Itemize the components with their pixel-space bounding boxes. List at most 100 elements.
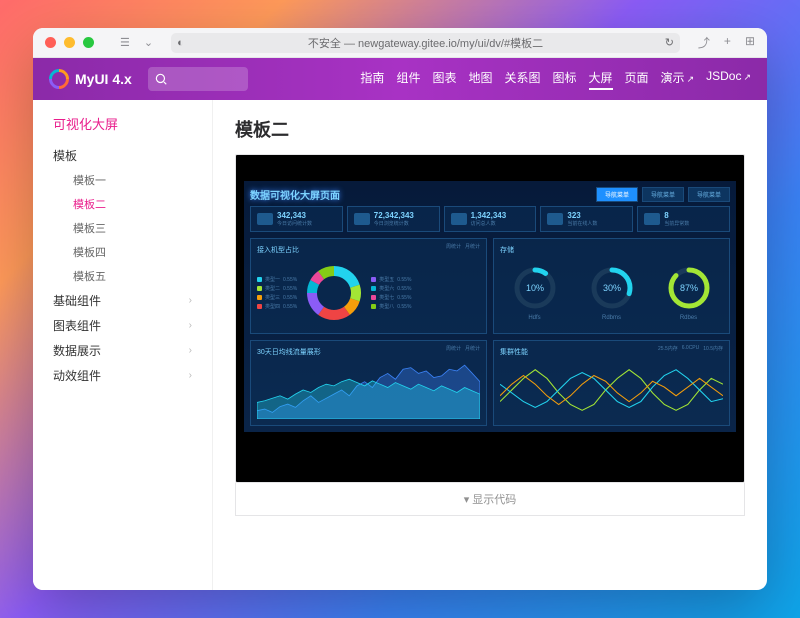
chevron-down-icon: ▾	[464, 494, 473, 506]
sidebar-item[interactable]: 模板二	[33, 192, 212, 216]
gauge: 30%Rdbms	[589, 265, 635, 321]
page-title: 模板二	[235, 116, 745, 142]
nav-item-1[interactable]: 组件	[396, 69, 420, 90]
nav-item-6[interactable]: 大屏	[589, 69, 613, 90]
chevron-right-icon: ›	[189, 345, 192, 356]
panel-badge: 10.5内存	[703, 345, 723, 352]
dashboard-title: 数据可视化大屏页面	[250, 187, 340, 202]
brand-logo[interactable]: MyUI 4.x	[49, 69, 132, 89]
stat-icon	[547, 213, 563, 225]
svg-text:30%: 30%	[602, 283, 620, 293]
titlebar: ☰ ⌄ ◐ 不安全 — newgateway.gitee.io/my/ui/dv…	[33, 28, 767, 58]
panel-title: 存储	[500, 245, 723, 255]
app-header: MyUI 4.x 指南组件图表地图关系图图标大屏页面演示↗ JSDoc↗	[33, 58, 767, 100]
external-link-icon: ↗	[743, 72, 751, 82]
close-window-icon[interactable]	[45, 37, 56, 48]
sidebar-item[interactable]: 模板一	[33, 168, 212, 192]
minimize-window-icon[interactable]	[64, 37, 75, 48]
sidebar-item[interactable]: 模板三	[33, 216, 212, 240]
panel-gauges: 存储 10%Hdfs 30%Rdbms 87%Rdbes	[493, 238, 730, 334]
main-nav: 指南组件图表地图关系图图标大屏页面演示↗ JSDoc↗	[360, 69, 751, 90]
titlebar-left-icons: ☰ ⌄	[120, 36, 153, 49]
legend-item: 类型六0.55%	[371, 285, 411, 292]
stat-card: 342,343今日访问统计数	[250, 206, 343, 232]
browser-window: ☰ ⌄ ◐ 不安全 — newgateway.gitee.io/my/ui/dv…	[33, 28, 767, 590]
chevron-right-icon: ›	[189, 370, 192, 381]
legend-item: 类型四0.55%	[257, 303, 297, 310]
chevron-dropdown-icon[interactable]: ⌄	[144, 36, 153, 49]
svg-text:87%: 87%	[679, 283, 697, 293]
panel-badge: 6.0CPU	[682, 345, 700, 352]
dashboard: 数据可视化大屏页面 导航菜单导航菜单导航菜单 342,343今日访问统计数72,…	[244, 181, 736, 432]
address-bar[interactable]: ◐ 不安全 — newgateway.gitee.io/my/ui/dv/#模板…	[171, 33, 680, 53]
sidebar-toggle-icon[interactable]: ☰	[120, 36, 130, 49]
stat-card: 323当前在线人数	[540, 206, 633, 232]
sidebar-item[interactable]: 模板五	[33, 264, 212, 288]
share-icon[interactable]: ⤴	[698, 34, 710, 51]
dashboard-tab[interactable]: 导航菜单	[642, 187, 684, 202]
template-preview: 数据可视化大屏页面 导航菜单导航菜单导航菜单 342,343今日访问统计数72,…	[235, 154, 745, 483]
dashboard-tabs: 导航菜单导航菜单导航菜单	[596, 187, 730, 202]
line-chart	[500, 361, 723, 419]
stat-icon	[354, 213, 370, 225]
sidebar-group-2[interactable]: 图表组件›	[33, 313, 212, 338]
sidebar: 可视化大屏 模板模板一模板二模板三模板四模板五基础组件›图表组件›数据展示›动效…	[33, 100, 213, 590]
external-link-icon: ↗	[687, 74, 695, 84]
zoom-window-icon[interactable]	[83, 37, 94, 48]
traffic-lights	[45, 37, 94, 48]
panel-badge: 周统计	[446, 243, 461, 250]
nav-item-2[interactable]: 图表	[432, 69, 456, 90]
gauge: 87%Rdbes	[666, 265, 712, 321]
sidebar-group-3[interactable]: 数据展示›	[33, 338, 212, 363]
main-content: 模板二 数据可视化大屏页面 导航菜单导航菜单导航菜单 342,343今日访问统计…	[213, 100, 767, 590]
area-chart	[257, 361, 480, 419]
stat-icon	[644, 213, 660, 225]
panel-badge: 月统计	[465, 345, 480, 352]
legend-item: 类型五0.55%	[371, 276, 411, 283]
stat-card: 8当前异常数	[637, 206, 730, 232]
nav-item-0[interactable]: 指南	[360, 69, 384, 90]
dashboard-tab[interactable]: 导航菜单	[688, 187, 730, 202]
nav-item-8[interactable]: 演示↗	[661, 69, 695, 90]
nav-item-7[interactable]: 页面	[625, 69, 649, 90]
panel-donut: 接入机型占比 周统计月统计 类型一0.55%类型二0.55%类型三0.55%类型…	[250, 238, 487, 334]
stat-icon	[451, 213, 467, 225]
panel-badge: 月统计	[465, 243, 480, 250]
sidebar-group-0[interactable]: 模板	[33, 143, 212, 168]
panel-badge: 周统计	[446, 345, 461, 352]
sidebar-title: 可视化大屏	[33, 114, 212, 143]
stat-card: 1,342,343访问总人数	[444, 206, 537, 232]
panel-lines: 集群性能 25.5内存6.0CPU10.5内存	[493, 340, 730, 426]
legend-item: 类型一0.55%	[257, 276, 297, 283]
show-code-toggle[interactable]: ▾ 显示代码	[235, 483, 745, 516]
nav-item-9[interactable]: JSDoc↗	[706, 69, 751, 90]
panel-badge: 25.5内存	[658, 345, 678, 352]
url-text: 不安全 — newgateway.gitee.io/my/ui/dv/#模板二	[308, 35, 543, 51]
search-icon	[154, 72, 168, 86]
nav-item-3[interactable]: 地图	[468, 69, 492, 90]
reload-icon[interactable]: ↻	[665, 36, 674, 49]
stat-card: 72,342,343今日浏览统计数	[347, 206, 440, 232]
sidebar-group-1[interactable]: 基础组件›	[33, 288, 212, 313]
legend-item: 类型八0.55%	[371, 303, 411, 310]
stats-row: 342,343今日访问统计数72,342,343今日浏览统计数1,342,343…	[250, 206, 730, 232]
sidebar-item[interactable]: 模板四	[33, 240, 212, 264]
donut-chart	[305, 264, 363, 322]
nav-item-5[interactable]: 图标	[553, 69, 577, 90]
shield-icon: ◐	[177, 37, 184, 49]
new-tab-icon[interactable]: +	[724, 34, 731, 51]
logo-icon	[45, 65, 73, 93]
sidebar-group-4[interactable]: 动效组件›	[33, 363, 212, 388]
gauge: 10%Hdfs	[512, 265, 558, 321]
svg-text:10%: 10%	[525, 283, 543, 293]
legend-item: 类型二0.55%	[257, 285, 297, 292]
legend-item: 类型三0.55%	[257, 294, 297, 301]
legend-item: 类型七0.55%	[371, 294, 411, 301]
panel-area: 30天日均线流量展形 周统计月统计	[250, 340, 487, 426]
search-input[interactable]	[148, 67, 248, 91]
tabs-overview-icon[interactable]: ⊞	[745, 34, 755, 51]
chevron-right-icon: ›	[189, 320, 192, 331]
app-body: 可视化大屏 模板模板一模板二模板三模板四模板五基础组件›图表组件›数据展示›动效…	[33, 100, 767, 590]
dashboard-tab[interactable]: 导航菜单	[596, 187, 638, 202]
nav-item-4[interactable]: 关系图	[504, 69, 540, 90]
